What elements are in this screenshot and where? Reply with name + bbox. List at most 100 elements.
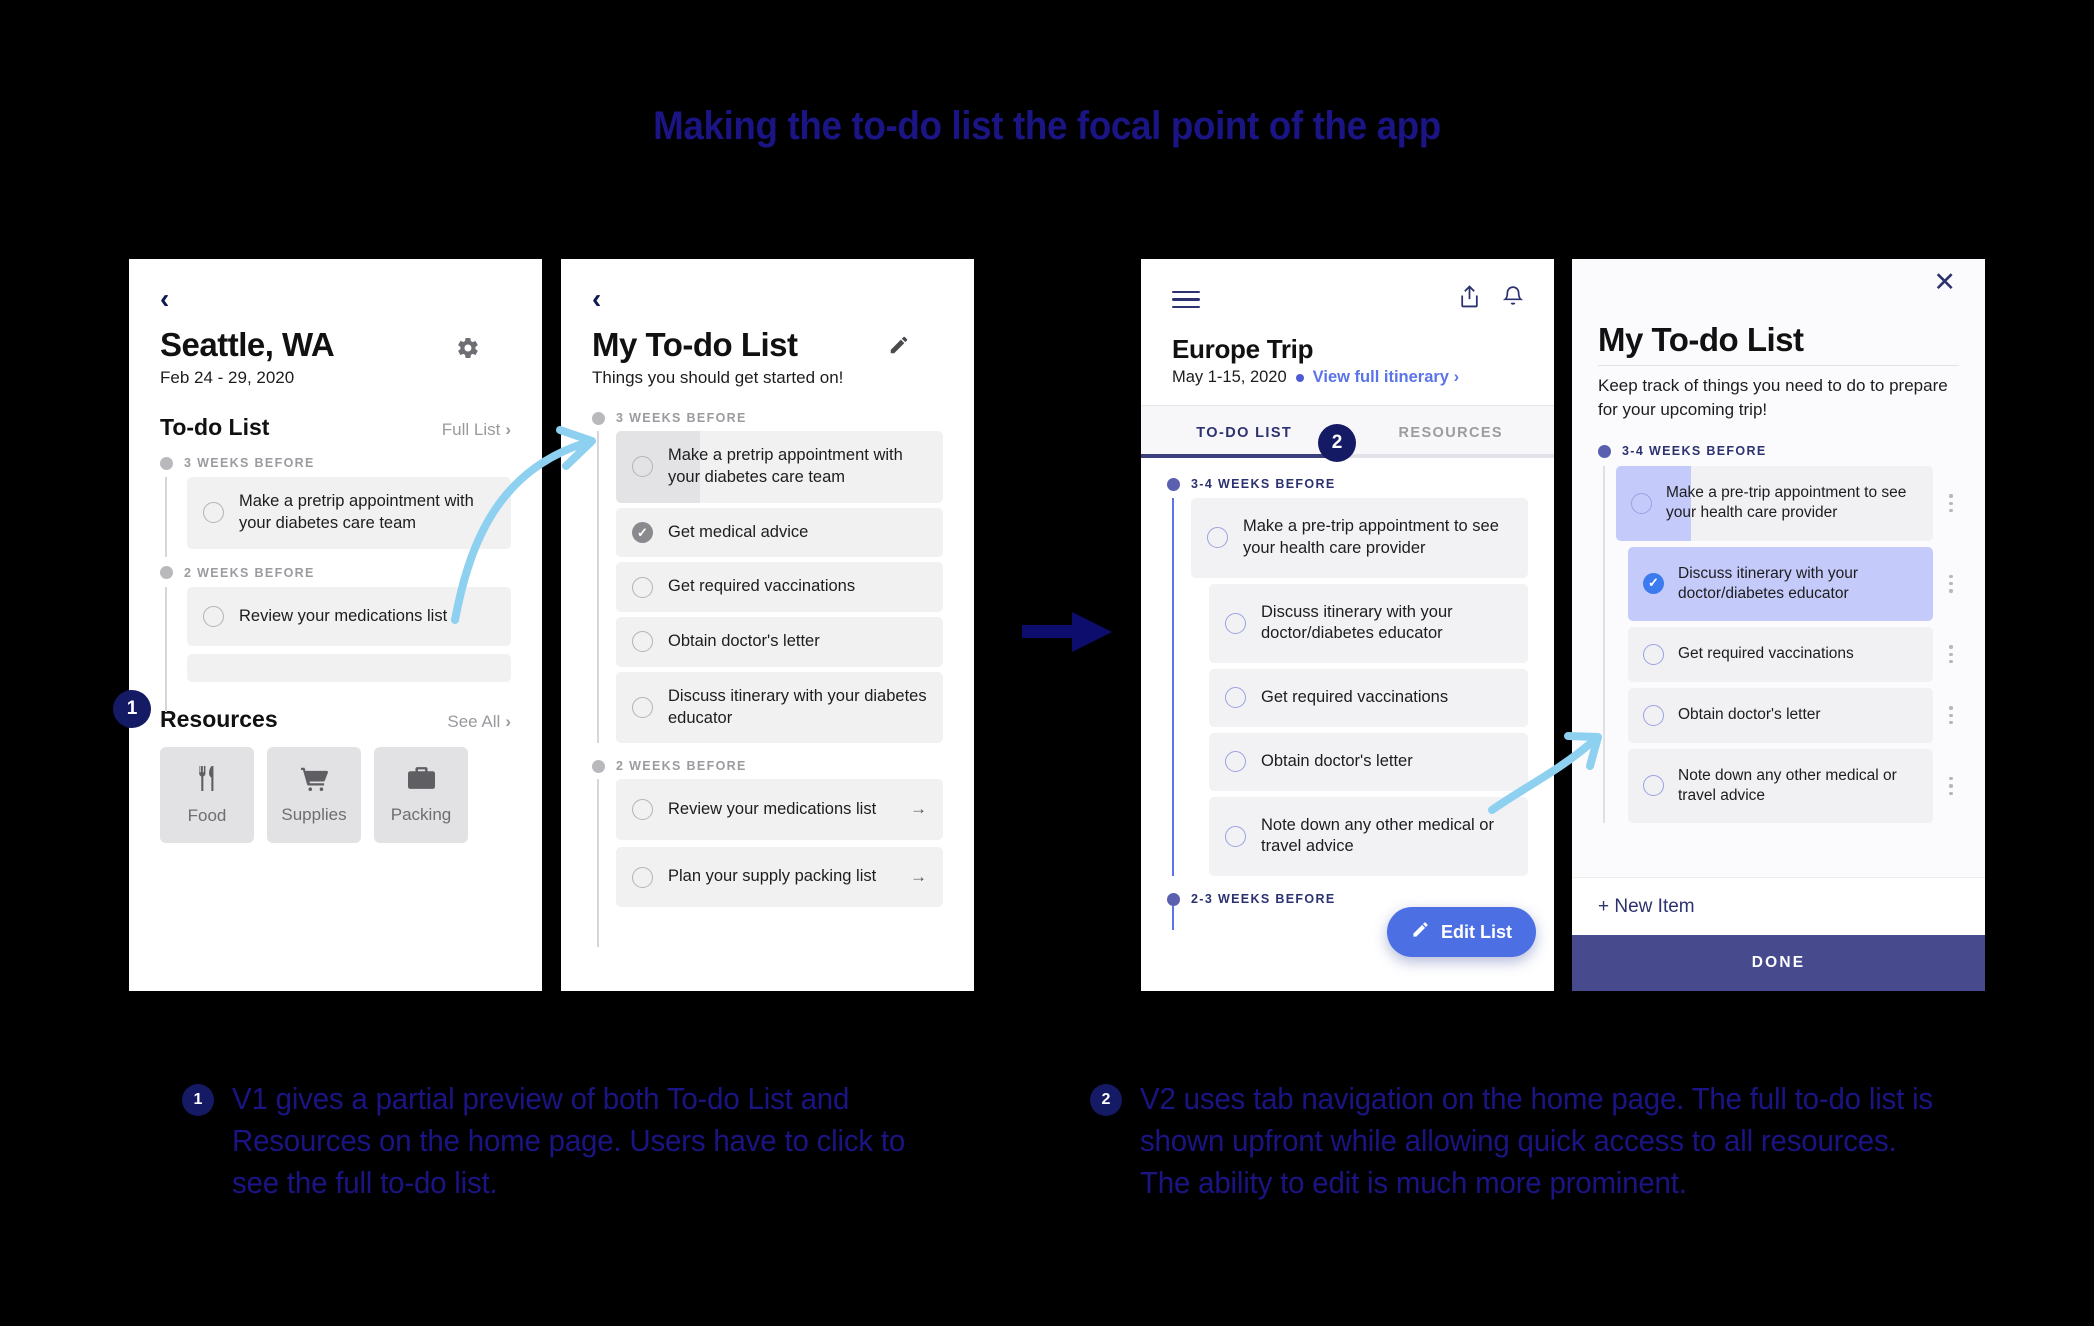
- resource-tile-food[interactable]: Food: [160, 747, 254, 844]
- edit-row[interactable]: Make a pre-trip appointment to see your …: [1616, 466, 1959, 541]
- todo-card[interactable]: Discuss itinerary with your doctor/diabe…: [1209, 583, 1528, 664]
- checkbox-checked[interactable]: ✓: [1643, 573, 1664, 595]
- todo-card[interactable]: Make a pretrip appointment with your dia…: [187, 477, 511, 549]
- todo-card[interactable]: Note down any other medical or travel ad…: [1628, 748, 1933, 824]
- todo-card[interactable]: Note down any other medical or travel ad…: [1209, 796, 1528, 877]
- arrow-right-icon[interactable]: →: [910, 798, 927, 820]
- todo-card[interactable]: Review your medications list →: [616, 779, 943, 840]
- todo-card[interactable]: Make a pre-trip appointment to see your …: [1191, 498, 1528, 578]
- checkbox[interactable]: [632, 866, 653, 888]
- chevron-right-icon: ›: [505, 420, 511, 439]
- done-button[interactable]: DONE: [1572, 935, 1985, 991]
- todo-text: Get medical advice: [668, 522, 809, 541]
- back-icon[interactable]: ‹: [592, 285, 601, 313]
- group-label: 2-3 WEEKS BEFORE: [1167, 892, 1528, 906]
- group-label: 3-4 WEEKS BEFORE: [1167, 477, 1528, 491]
- new-item-button[interactable]: + New Item: [1572, 877, 1985, 935]
- checkbox[interactable]: [632, 576, 653, 598]
- see-all-label: See All: [447, 712, 501, 732]
- edit-row[interactable]: Obtain doctor's letter: [1616, 687, 1959, 743]
- drag-handle-icon[interactable]: [1943, 706, 1959, 725]
- checkbox[interactable]: [1643, 704, 1664, 726]
- trip-dates: May 1-15, 2020: [1172, 368, 1287, 386]
- group-label: 3 WEEKS BEFORE: [592, 411, 943, 425]
- todo-card[interactable]: Get required vaccinations: [1209, 669, 1528, 727]
- checkbox-checked[interactable]: ✓: [632, 521, 653, 543]
- todo-text: Review your medications list: [668, 799, 877, 818]
- caption-text-1: V1 gives a partial preview of both To-do…: [232, 1081, 906, 1201]
- todo-card[interactable]: ✓ Get medical advice: [616, 507, 943, 558]
- timeline-dot: [1167, 892, 1180, 906]
- briefcase-icon: [407, 766, 435, 796]
- gear-icon[interactable]: [456, 336, 480, 367]
- tab-resources[interactable]: RESOURCES: [1348, 406, 1555, 458]
- view-itinerary-link[interactable]: View full itinerary ›: [1313, 368, 1459, 387]
- todo-text: Obtain doctor's letter: [1261, 751, 1413, 770]
- checkbox[interactable]: [1207, 527, 1228, 549]
- back-icon[interactable]: ‹: [160, 285, 169, 313]
- todo-text: Discuss itinerary with your diabetes edu…: [668, 686, 927, 727]
- page-subtitle: Keep track of things you need to do to p…: [1598, 376, 1948, 420]
- todo-card[interactable]: Get required vaccinations: [616, 562, 943, 613]
- resource-tile-supplies[interactable]: Supplies: [267, 747, 361, 844]
- resource-tile-packing[interactable]: Packing: [374, 747, 468, 844]
- close-icon[interactable]: ✕: [1933, 267, 1956, 298]
- timeline-dot: [160, 566, 173, 580]
- todo-card[interactable]: Obtain doctor's letter: [1209, 732, 1528, 791]
- edit-list-fab[interactable]: Edit List: [1387, 907, 1536, 957]
- timeline-dot: [160, 456, 173, 470]
- drag-handle-icon[interactable]: [1943, 776, 1959, 796]
- share-icon[interactable]: [1459, 285, 1480, 314]
- timeline-dot: [1167, 477, 1180, 491]
- todo-card[interactable]: Discuss itinerary with your diabetes edu…: [616, 671, 943, 744]
- caption-text-2: V2 uses tab navigation on the home page.…: [1140, 1081, 1933, 1201]
- annotation-badge-2: 2: [1318, 424, 1356, 462]
- screen-1-home-v1: ‹ Seattle, WA Feb 24 - 29, 2020 To-do Li…: [129, 259, 542, 991]
- checkbox[interactable]: [632, 697, 653, 719]
- hamburger-icon[interactable]: [1172, 290, 1200, 309]
- timeline-rail: [165, 477, 167, 557]
- todo-card-partial[interactable]: [187, 654, 511, 683]
- checkbox[interactable]: [632, 631, 653, 653]
- screen-4-edit-mode-v2: ✕ My To-do List Keep track of things you…: [1572, 259, 1985, 991]
- checkbox[interactable]: [203, 502, 224, 524]
- checkbox[interactable]: [1631, 492, 1652, 514]
- edit-row[interactable]: Get required vaccinations: [1616, 626, 1959, 682]
- checkbox[interactable]: [1225, 825, 1246, 847]
- edit-row[interactable]: Note down any other medical or travel ad…: [1616, 748, 1959, 824]
- todo-card-selected[interactable]: ✓ Discuss itinerary with your doctor/dia…: [1628, 546, 1933, 621]
- arrow-right-icon[interactable]: →: [910, 866, 927, 888]
- checkbox[interactable]: [203, 605, 224, 627]
- todo-text: Plan your supply packing list: [668, 867, 877, 886]
- todo-card[interactable]: Make a pre-trip appointment to see your …: [1616, 466, 1933, 541]
- edit-row[interactable]: ✓ Discuss itinerary with your doctor/dia…: [1616, 546, 1959, 621]
- checkbox[interactable]: [632, 799, 653, 821]
- checkbox[interactable]: [1643, 775, 1664, 797]
- todo-card[interactable]: Get required vaccinations: [1628, 626, 1933, 682]
- checkbox[interactable]: [1225, 687, 1246, 709]
- todo-text: Discuss itinerary with your doctor/diabe…: [1261, 602, 1453, 643]
- checkbox[interactable]: [1225, 612, 1246, 634]
- todo-text: Obtain doctor's letter: [668, 632, 820, 651]
- todo-card[interactable]: Review your medications list: [187, 586, 511, 647]
- timeline-dot: [592, 411, 605, 425]
- todo-card[interactable]: Make a pretrip appointment with your dia…: [616, 431, 943, 503]
- drag-handle-icon[interactable]: [1943, 645, 1959, 664]
- timeline-dot: [1598, 444, 1611, 458]
- todo-card[interactable]: Plan your supply packing list →: [616, 846, 943, 908]
- checkbox[interactable]: [1643, 643, 1664, 665]
- see-all-link[interactable]: See All ›: [447, 712, 511, 732]
- drag-handle-icon[interactable]: [1943, 494, 1959, 513]
- group-label-text: 3-4 WEEKS BEFORE: [1191, 477, 1336, 491]
- group-label-text: 3 WEEKS BEFORE: [184, 456, 315, 470]
- todo-card[interactable]: Obtain doctor's letter: [1628, 687, 1933, 743]
- todo-card[interactable]: Obtain doctor's letter: [616, 617, 943, 667]
- edit-pencil-icon[interactable]: [888, 334, 910, 362]
- checkbox[interactable]: [1225, 751, 1246, 773]
- tab-todo-list[interactable]: TO-DO LIST: [1141, 406, 1348, 458]
- bell-icon[interactable]: [1502, 285, 1524, 314]
- drag-handle-icon[interactable]: [1943, 574, 1959, 593]
- page-title: Making the to-do list the focal point of…: [653, 104, 1441, 148]
- resource-tile-label: Supplies: [281, 804, 347, 824]
- full-list-link[interactable]: Full List ›: [442, 420, 511, 440]
